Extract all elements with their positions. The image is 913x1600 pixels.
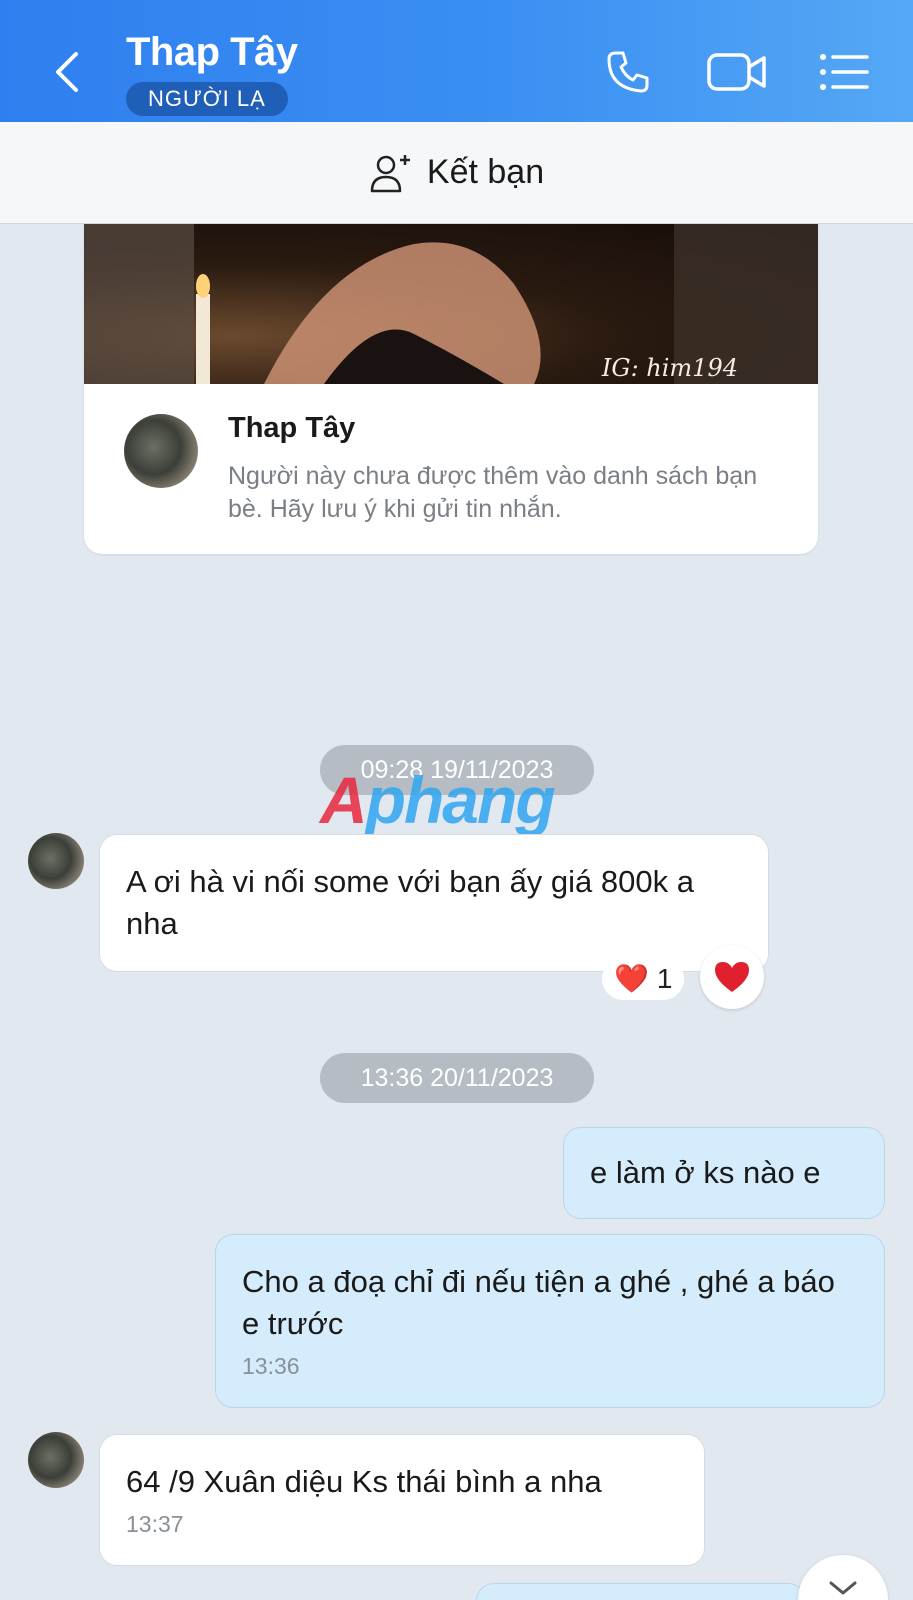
contact-name[interactable]: Thap Tây <box>126 30 298 75</box>
avatar[interactable] <box>28 1432 84 1488</box>
heart-icon <box>715 962 749 992</box>
video-camera-icon <box>707 53 766 91</box>
phone-call-button[interactable] <box>598 44 658 100</box>
stranger-badge: NGƯỜI LẠ <box>126 82 288 116</box>
avatar[interactable] <box>124 414 198 488</box>
stranger-profile-card: IG: him194 Thap Tây Người này chưa được … <box>84 224 818 554</box>
message-bubble-outgoing[interactable]: Cho a đoạ chỉ đi nếu tiện a ghé , ghé a … <box>215 1234 885 1408</box>
message-timestamp: 13:37 <box>126 1511 184 1537</box>
message-text: 64 /9 Xuân diệu Ks thái bình a nha <box>126 1464 602 1499</box>
reaction-summary[interactable]: ❤️ 1 <box>602 958 685 1000</box>
message-bubble-outgoing[interactable]: e làm ở ks nào e <box>563 1127 885 1219</box>
back-button[interactable] <box>46 44 90 100</box>
message-text: A ơi hà vi nối some với bạn ấy giá 800k … <box>126 864 694 941</box>
time-separator: 13:36 20/11/2023 <box>320 1053 594 1103</box>
scroll-down-button[interactable] <box>798 1555 888 1600</box>
avatar[interactable] <box>28 833 84 889</box>
add-user-icon <box>370 154 410 192</box>
menu-button[interactable] <box>818 44 870 100</box>
site-watermark: Aphang <box>320 763 556 837</box>
add-friend-label: Kết bạn <box>426 153 545 191</box>
message-text: Cho a đoạ chỉ đi nếu tiện a ghé , ghé a … <box>242 1264 835 1341</box>
list-menu-icon <box>820 54 869 90</box>
message-bubble-outgoing[interactable] <box>476 1583 806 1600</box>
profile-cover-photo[interactable]: IG: him194 <box>84 224 818 384</box>
message-text: e làm ở ks nào e <box>590 1155 821 1190</box>
video-call-button[interactable] <box>704 44 770 100</box>
phone-icon <box>607 51 649 93</box>
stranger-warning-text: Người này chưa được thêm vào danh sách b… <box>228 462 758 523</box>
card-contact-name: Thap Tây <box>228 412 356 444</box>
message-bubble-incoming[interactable]: 64 /9 Xuân diệu Ks thái bình a nha 13:37 <box>99 1434 705 1566</box>
chevron-down-icon <box>829 1581 857 1595</box>
message-bubble-incoming[interactable]: A ơi hà vi nối some với bạn ấy giá 800k … <box>99 834 769 972</box>
heart-icon: ❤️ <box>614 963 649 994</box>
react-button[interactable] <box>700 945 764 1009</box>
reaction-count: 1 <box>656 963 673 994</box>
message-timestamp: 13:36 <box>242 1353 300 1379</box>
add-friend-button[interactable]: Kết bạn <box>0 122 913 224</box>
photo-watermark: IG: him194 <box>601 354 738 382</box>
chat-header: Thap Tây NGƯỜI LẠ <box>0 0 913 122</box>
